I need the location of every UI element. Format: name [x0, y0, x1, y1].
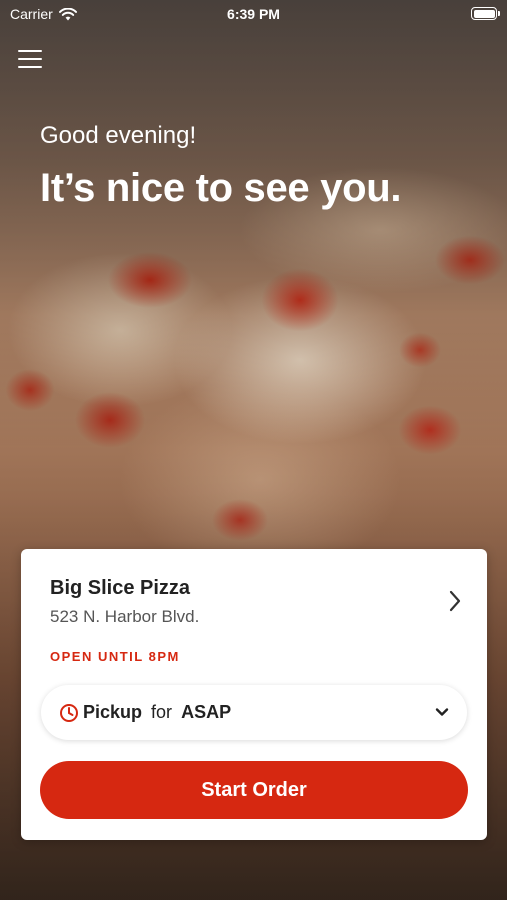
order-connector: for — [151, 702, 173, 722]
status-bar: Carrier 6:39 PM — [0, 0, 507, 28]
order-type-selector[interactable]: Pickup for ASAP — [41, 685, 467, 740]
chevron-right-icon[interactable] — [445, 587, 465, 615]
battery-icon — [471, 7, 500, 20]
store-name[interactable]: Big Slice Pizza — [50, 577, 190, 600]
menu-icon[interactable] — [18, 48, 42, 70]
order-type-label: Pickup for ASAP — [83, 702, 231, 723]
greeting-text: Good evening! — [40, 122, 197, 149]
status-time: 6:39 PM — [227, 6, 280, 22]
welcome-headline: It’s nice to see you. — [40, 166, 402, 210]
chevron-down-icon[interactable] — [435, 705, 449, 719]
order-time: ASAP — [181, 702, 232, 722]
battery-level-fill — [473, 9, 495, 18]
start-order-button[interactable]: Start Order — [40, 761, 468, 819]
store-hours-badge: OPEN UNTIL 8PM — [50, 649, 180, 664]
store-card: Big Slice Pizza 523 N. Harbor Blvd. OPEN… — [21, 549, 487, 840]
store-address[interactable]: 523 N. Harbor Blvd. — [50, 607, 199, 627]
order-mode: Pickup — [83, 702, 143, 722]
clock-icon — [60, 703, 78, 722]
